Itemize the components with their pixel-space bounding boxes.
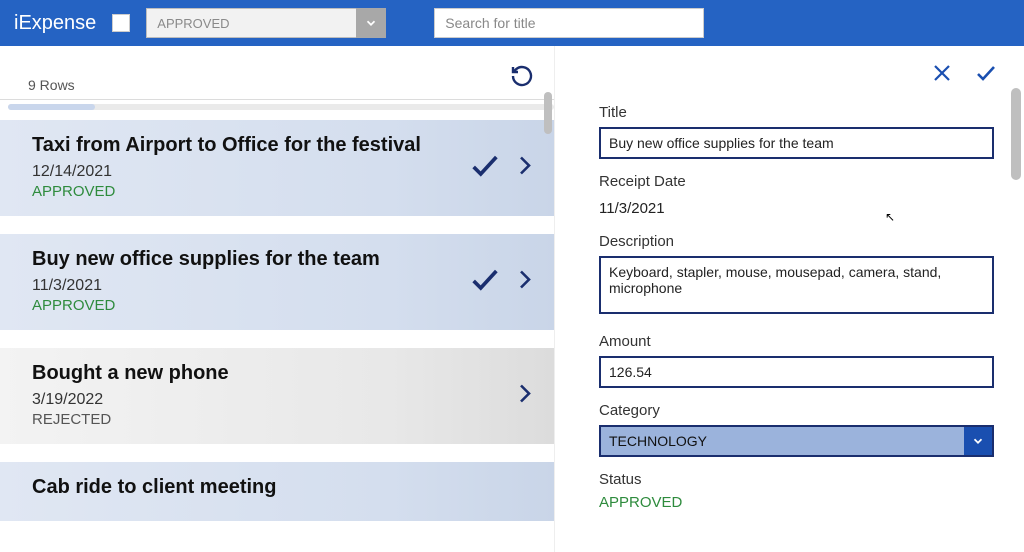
refresh-button[interactable] — [510, 64, 534, 93]
list-scrollbar[interactable] — [544, 92, 552, 134]
list-progress-fill — [8, 104, 95, 110]
status-filter-dropdown[interactable]: APPROVED — [146, 8, 386, 38]
chevron-right-icon[interactable] — [512, 265, 536, 300]
amount-label: Amount — [599, 333, 994, 350]
check-icon[interactable] — [468, 263, 502, 302]
chevron-down-icon — [356, 8, 386, 38]
amount-input[interactable] — [599, 356, 994, 388]
search-input[interactable] — [435, 9, 703, 37]
item-date: 3/19/2022 — [32, 391, 554, 409]
close-button[interactable] — [930, 61, 954, 90]
confirm-button[interactable] — [972, 61, 1000, 90]
detail-toolbar — [555, 46, 1024, 94]
list-item[interactable]: Buy new office supplies for the team 11/… — [0, 234, 554, 330]
app-title: iExpense — [14, 12, 96, 35]
title-input[interactable] — [599, 127, 994, 159]
date-label: Receipt Date — [599, 173, 994, 190]
item-title: Bought a new phone — [32, 362, 554, 385]
category-value: TECHNOLOGY — [601, 427, 964, 455]
title-label: Title — [599, 104, 994, 121]
category-select[interactable]: TECHNOLOGY — [599, 425, 994, 457]
item-actions — [468, 149, 536, 188]
chevron-right-icon[interactable] — [512, 151, 536, 186]
status-filter-value: APPROVED — [146, 8, 356, 38]
list-item[interactable]: Bought a new phone 3/19/2022 REJECTED — [0, 348, 554, 444]
check-icon[interactable] — [468, 149, 502, 188]
chevron-down-icon — [964, 427, 992, 455]
date-value: 11/3/2021 — [599, 196, 994, 219]
chevron-right-icon[interactable] — [512, 379, 536, 414]
item-title: Cab ride to client meeting — [32, 476, 554, 499]
detail-scrollbar[interactable] — [1011, 88, 1021, 180]
description-input[interactable]: Keyboard, stapler, mouse, mousepad, came… — [599, 256, 994, 314]
status-value: APPROVED — [599, 494, 994, 511]
expense-list-panel: 9 Rows Taxi from Airport to Office for t… — [0, 46, 555, 552]
item-actions — [468, 263, 536, 302]
description-label: Description — [599, 233, 994, 250]
list-progress-track — [8, 104, 554, 110]
expense-list: Taxi from Airport to Office for the fest… — [0, 100, 554, 552]
status-label: Status — [599, 471, 994, 488]
list-toolbar: 9 Rows — [0, 46, 554, 100]
item-actions — [512, 379, 536, 414]
app-header: iExpense APPROVED — [0, 0, 1024, 46]
search-input-wrapper — [434, 8, 704, 38]
category-label: Category — [599, 402, 994, 419]
detail-panel: Title Receipt Date 11/3/2021 Description… — [555, 46, 1024, 552]
list-item[interactable]: Taxi from Airport to Office for the fest… — [0, 120, 554, 216]
item-status: REJECTED — [32, 411, 554, 428]
detail-form: Title Receipt Date 11/3/2021 Description… — [555, 94, 1024, 511]
list-item[interactable]: Cab ride to client meeting — [0, 462, 554, 521]
show-all-checkbox[interactable] — [112, 14, 130, 32]
row-count: 9 Rows — [28, 77, 75, 93]
